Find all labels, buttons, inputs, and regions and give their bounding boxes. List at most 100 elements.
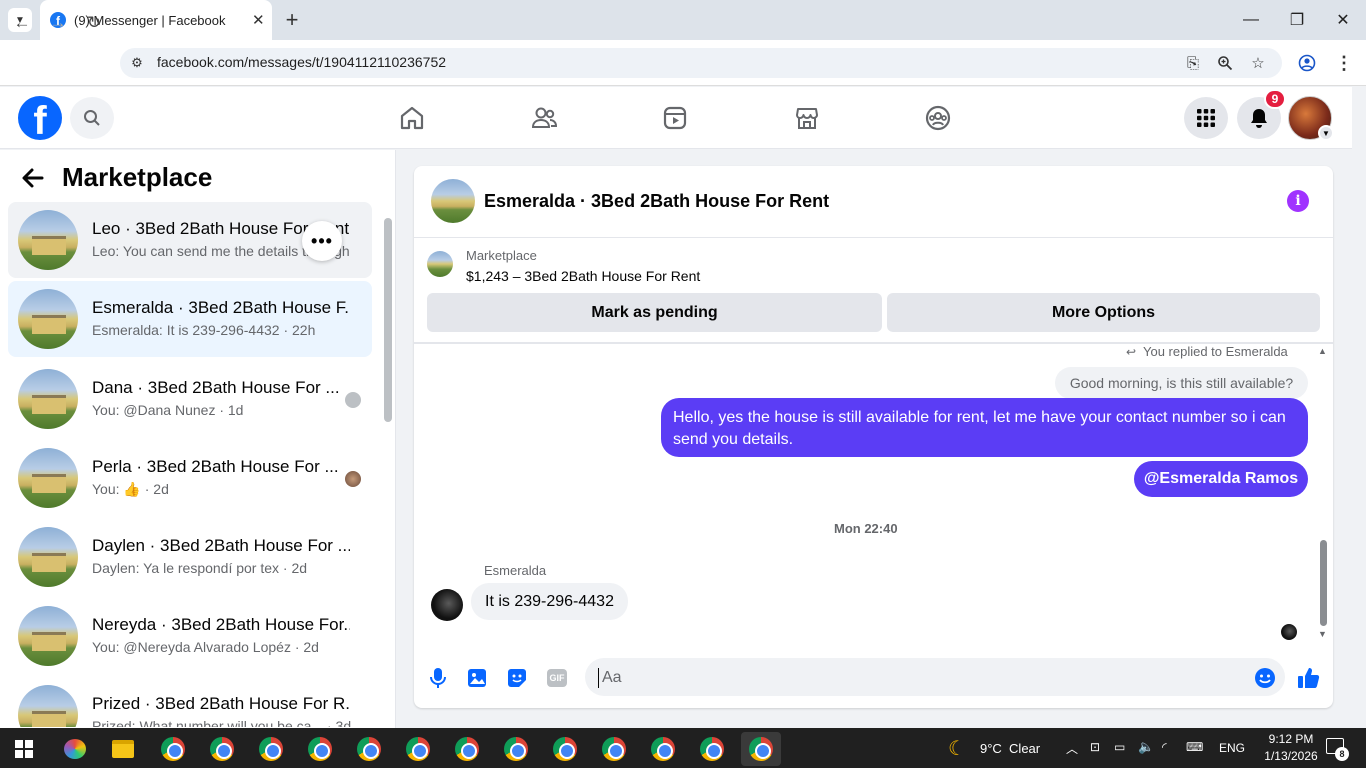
- home-icon[interactable]: [394, 100, 430, 136]
- conversation-item[interactable]: Perla · 3Bed 2Bath House For ... You: 👍 …: [8, 440, 372, 516]
- chrome-profile-icon[interactable]: [349, 732, 389, 766]
- sent-message[interactable]: Hello, yes the house is still available …: [661, 398, 1308, 457]
- clock-time[interactable]: 9:12 PM: [1262, 732, 1320, 746]
- conversation-item[interactable]: Prized · 3Bed 2Bath House For R... Prize…: [8, 677, 372, 727]
- keyboard-icon[interactable]: ⌨: [1186, 740, 1203, 754]
- reply-icon: ↩: [1126, 345, 1137, 359]
- scroll-up-icon[interactable]: ▲: [1318, 346, 1327, 356]
- new-tab-button[interactable]: +: [280, 7, 304, 32]
- watch-icon[interactable]: [657, 100, 693, 136]
- received-message[interactable]: It is 239-296-4432: [471, 583, 628, 620]
- chevron-down-icon[interactable]: ▼: [1318, 125, 1334, 141]
- zoom-icon[interactable]: [1214, 52, 1236, 74]
- conversation-preview: You: 👍 · 2d: [92, 481, 169, 497]
- browser-tab[interactable]: f (9) Messenger | Facebook ✕: [40, 0, 272, 40]
- sender-avatar[interactable]: [431, 589, 463, 621]
- weather-text[interactable]: 9°C Clear: [980, 741, 1040, 756]
- more-options-button[interactable]: More Options: [887, 293, 1320, 332]
- install-app-icon[interactable]: ⎘: [1182, 52, 1204, 74]
- menu-grid-icon[interactable]: [1184, 97, 1228, 139]
- conversation-item[interactable]: Esmeralda · 3Bed 2Bath House F... Esmera…: [8, 281, 372, 357]
- listing-thumbnail: [18, 685, 78, 727]
- listing-thumbnail: [18, 289, 78, 349]
- more-options-icon[interactable]: •••: [302, 221, 342, 261]
- chat-title[interactable]: Esmeralda · 3Bed 2Bath House For Rent: [484, 191, 829, 212]
- chat-scrollbar-thumb[interactable]: [1320, 540, 1327, 626]
- bookmark-star-icon[interactable]: ☆: [1247, 52, 1269, 74]
- chrome-profile-icon[interactable]: [545, 732, 585, 766]
- start-icon[interactable]: [4, 732, 44, 766]
- forward-icon[interactable]: →: [43, 8, 73, 38]
- window-close-icon[interactable]: ✕: [1320, 0, 1366, 40]
- restore-icon[interactable]: ❐: [1274, 0, 1320, 40]
- conversation-preview: You: @Nereyda Alvarado Lopéz · 2d: [92, 639, 319, 655]
- conversation-name: Dana · 3Bed 2Bath House For ...: [92, 378, 340, 397]
- browser-menu-icon[interactable]: ⋮: [1333, 52, 1355, 74]
- conversation-name: Perla · 3Bed 2Bath House For ...: [92, 457, 339, 476]
- minimize-icon[interactable]: —: [1228, 0, 1274, 40]
- language-indicator[interactable]: ENG: [1219, 741, 1245, 755]
- photo-icon[interactable]: [464, 665, 490, 691]
- sticker-icon[interactable]: [504, 665, 530, 691]
- chrome-profile-icon[interactable]: [594, 732, 634, 766]
- conversation-item[interactable]: Daylen · 3Bed 2Bath House For ... Daylen…: [8, 519, 372, 595]
- chrome-profile-icon[interactable]: [692, 732, 732, 766]
- conversation-preview: You: @Dana Nunez · 1d: [92, 402, 244, 418]
- marketplace-icon[interactable]: [789, 100, 825, 136]
- profile-icon[interactable]: [1296, 52, 1318, 74]
- message-input[interactable]: [585, 658, 1285, 696]
- reload-icon[interactable]: ↻: [79, 8, 109, 38]
- friends-icon[interactable]: [526, 100, 562, 136]
- mark-as-pending-button[interactable]: Mark as pending: [427, 293, 882, 332]
- facebook-logo-icon[interactable]: f: [18, 96, 62, 140]
- scroll-down-icon[interactable]: ▼: [1318, 629, 1327, 639]
- conversation-item[interactable]: Dana · 3Bed 2Bath House For ... You: @Da…: [8, 361, 372, 437]
- clock-date[interactable]: 1/13/2026: [1262, 749, 1320, 763]
- sent-mention-message[interactable]: @Esmeralda Ramos: [1134, 461, 1308, 497]
- wifi-icon[interactable]: ◜: [1162, 740, 1167, 754]
- microphone-icon[interactable]: [425, 665, 451, 691]
- notification-count-badge: 8: [1335, 747, 1349, 761]
- chrome-profile-icon[interactable]: [300, 732, 340, 766]
- battery-icon[interactable]: ▭: [1114, 740, 1125, 754]
- info-icon[interactable]: i: [1287, 190, 1309, 212]
- tab-close-icon[interactable]: ✕: [252, 11, 265, 29]
- listing-thumbnail: [18, 606, 78, 666]
- quoted-message[interactable]: Good morning, is this still available?: [1055, 367, 1308, 399]
- listing-thumbnail: [18, 210, 78, 270]
- chrome-profile-icon[interactable]: [496, 732, 536, 766]
- back-icon[interactable]: ←: [7, 8, 37, 38]
- gif-icon[interactable]: GIF: [544, 665, 570, 691]
- chrome-profile-icon[interactable]: [643, 732, 683, 766]
- chrome-icon[interactable]: [153, 732, 193, 766]
- back-arrow-icon[interactable]: [20, 165, 46, 198]
- scrollbar-thumb[interactable]: [384, 218, 392, 422]
- emoji-icon[interactable]: [1252, 665, 1278, 691]
- conversation-item[interactable]: Nereyda · 3Bed 2Bath House For... You: @…: [8, 598, 372, 674]
- listing-thumbnail: [18, 448, 78, 508]
- conversation-name: Nereyda · 3Bed 2Bath House For...: [92, 615, 350, 634]
- message-input-placeholder[interactable]: Aa: [598, 668, 622, 688]
- webcam-icon[interactable]: ⊡: [1090, 740, 1100, 754]
- listing-price[interactable]: $1,243 – 3Bed 2Bath House For Rent: [466, 268, 700, 284]
- volume-icon[interactable]: 🔈: [1138, 739, 1154, 755]
- show-hidden-icons-icon[interactable]: ︿: [1066, 740, 1078, 757]
- panel-title: Marketplace: [62, 162, 213, 192]
- search-icon[interactable]: [70, 97, 114, 139]
- url-text[interactable]: facebook.com/messages/t/1904112110236752: [157, 54, 446, 70]
- paint-app-icon[interactable]: [55, 732, 95, 766]
- conversation-preview: Prized: What number will you be ca... · …: [92, 718, 352, 727]
- chrome-profile-icon[interactable]: [447, 732, 487, 766]
- seen-avatar-icon: [345, 471, 361, 487]
- chrome-active-icon[interactable]: [741, 732, 781, 766]
- chrome-profile-icon[interactable]: [251, 732, 291, 766]
- chrome-profile-icon[interactable]: [202, 732, 242, 766]
- like-icon[interactable]: [1296, 665, 1322, 691]
- listing-thumbnail[interactable]: [427, 251, 453, 277]
- site-info-icon[interactable]: ⚙: [126, 52, 148, 74]
- groups-icon[interactable]: [920, 100, 956, 136]
- file-explorer-icon[interactable]: [103, 732, 143, 766]
- conversation-name: Daylen · 3Bed 2Bath House For ...: [92, 536, 350, 555]
- chat-avatar[interactable]: [431, 179, 475, 223]
- chrome-profile-icon[interactable]: [398, 732, 438, 766]
